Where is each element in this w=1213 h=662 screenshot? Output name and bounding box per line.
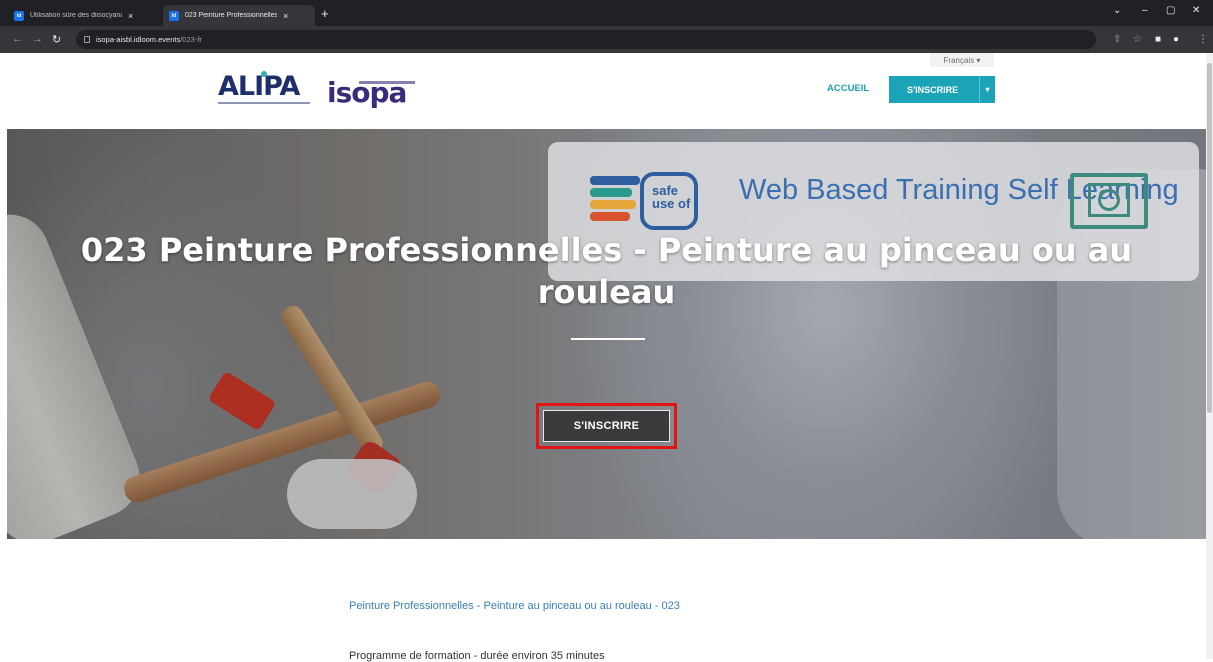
logo-tagline-line bbox=[359, 81, 415, 84]
tab-utilisation[interactable]: id Utilisation sûre des diisocyanates × bbox=[8, 5, 160, 26]
site-header: Français ▾ ALIPA isopa ACCUEIL S'INSCRIR… bbox=[0, 53, 1213, 129]
share-icon[interactable]: ⇪ bbox=[1113, 34, 1121, 45]
laptop-globe-icon bbox=[1070, 173, 1148, 229]
browser-tab-bar: id Utilisation sûre des diisocyanates × … bbox=[0, 0, 1213, 26]
tab-023-peinture[interactable]: id 023 Peinture Professionnelles - P × bbox=[163, 5, 315, 26]
menu-kebab-icon[interactable]: ⋮ bbox=[1198, 34, 1208, 45]
inscrire-cta-button[interactable]: S'INSCRIRE bbox=[543, 410, 670, 442]
side-panel-icon[interactable]: ■ bbox=[1155, 34, 1161, 45]
safe-use-logo-text: safe use of bbox=[640, 172, 698, 230]
bookmark-star-icon[interactable]: ☆ bbox=[1133, 34, 1142, 45]
idloom-favicon-icon: id bbox=[14, 10, 24, 21]
new-tab-button[interactable]: + bbox=[321, 6, 329, 21]
logo-dot bbox=[261, 71, 267, 77]
url-path: /023-fr bbox=[180, 35, 202, 44]
maximize-button[interactable]: ▢ bbox=[1166, 5, 1175, 16]
scrollbar-thumb[interactable] bbox=[1207, 63, 1212, 413]
alipa-logo-text: ALIPA bbox=[218, 71, 300, 102]
minimize-button[interactable]: – bbox=[1142, 5, 1148, 16]
logo-tagline-line bbox=[218, 102, 310, 104]
close-tab-icon[interactable]: × bbox=[128, 11, 133, 21]
program-text: Programme de formation - durée environ 3… bbox=[349, 650, 605, 662]
nav-accueil[interactable]: ACCUEIL bbox=[827, 83, 869, 94]
inscrire-header-button[interactable]: S'INSCRIRE ▾ bbox=[889, 76, 995, 103]
alipa-logo[interactable]: ALIPA bbox=[218, 71, 314, 105]
close-window-button[interactable]: ✕ bbox=[1192, 5, 1200, 16]
tab-title: Utilisation sûre des diisocyanates bbox=[30, 12, 122, 19]
safe-use-logo: safe use of bbox=[590, 172, 700, 230]
language-selector[interactable]: Français ▾ bbox=[930, 53, 994, 67]
title-divider bbox=[571, 338, 645, 340]
lock-icon bbox=[84, 36, 90, 43]
forward-arrow-icon[interactable]: → bbox=[32, 33, 43, 45]
inscrire-label: S'INSCRIRE bbox=[907, 84, 959, 95]
tab-search-icon[interactable]: ⌄ bbox=[1113, 5, 1121, 16]
profile-avatar-icon[interactable]: ● bbox=[1173, 34, 1179, 45]
page-title: 023 Peinture Professionnelles - Peinture… bbox=[80, 231, 1133, 311]
intro-text: Peinture Professionnelles - Peinture au … bbox=[349, 600, 680, 612]
hero-banner: safe use of Web Based Training Self Lear… bbox=[7, 129, 1206, 539]
url-host: isopa-aisbl.idloom.events bbox=[96, 35, 181, 44]
page-scrollbar[interactable] bbox=[1206, 53, 1213, 659]
reload-icon[interactable]: ↻ bbox=[52, 33, 61, 46]
url-field[interactable]: isopa-aisbl.idloom.events/023-fr bbox=[76, 30, 1096, 49]
close-tab-icon[interactable]: × bbox=[283, 11, 288, 21]
address-bar: ← → ↻ isopa-aisbl.idloom.events/023-fr ⇪… bbox=[0, 26, 1213, 53]
tab-title: 023 Peinture Professionnelles - P bbox=[185, 12, 277, 19]
idloom-favicon-icon: id bbox=[169, 10, 179, 21]
back-arrow-icon[interactable]: ← bbox=[12, 33, 23, 45]
isopa-logo[interactable]: isopa bbox=[327, 79, 419, 107]
caret-down-icon[interactable]: ▾ bbox=[979, 76, 995, 103]
